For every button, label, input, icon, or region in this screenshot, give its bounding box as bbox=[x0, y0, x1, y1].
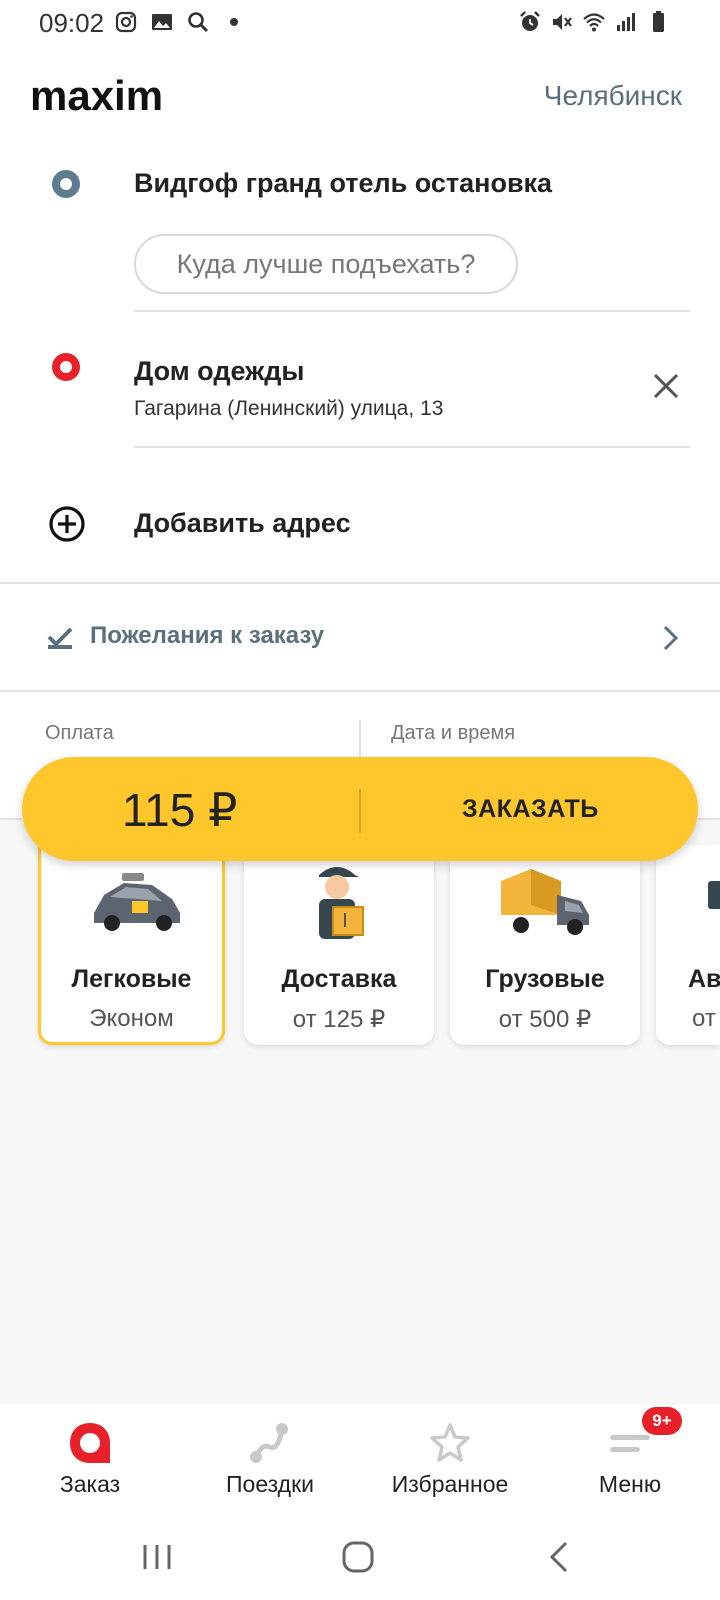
system-navigation-bar bbox=[0, 1515, 720, 1600]
add-circle-icon[interactable] bbox=[48, 505, 86, 543]
destination-marker-icon bbox=[52, 353, 80, 381]
divider bbox=[134, 446, 690, 448]
search-icon bbox=[188, 12, 209, 33]
recent-apps-icon[interactable] bbox=[137, 1537, 177, 1577]
vehicle-icon bbox=[708, 881, 720, 909]
tariff-card-cars[interactable]: Легковые Эконом bbox=[38, 845, 225, 1045]
nav-item-menu[interactable]: 9+ Меню bbox=[540, 1405, 720, 1515]
svg-text:maxim: maxim bbox=[30, 78, 163, 118]
alarm-icon bbox=[520, 11, 540, 31]
battery-icon bbox=[653, 11, 664, 32]
add-address-button[interactable]: Добавить адрес bbox=[134, 508, 351, 539]
tariff-title: Ав bbox=[688, 965, 720, 993]
maxim-logo: maxim bbox=[30, 78, 163, 118]
gallery-icon bbox=[152, 14, 172, 30]
order-bar[interactable]: 115 ₽ ЗАКАЗАТЬ bbox=[22, 757, 698, 861]
origin-marker-icon bbox=[52, 170, 80, 198]
status-time: 09:02 bbox=[39, 8, 105, 38]
tariff-carousel[interactable]: Легковые Эконом Доставка от 125 ₽ Грузов… bbox=[0, 845, 720, 1045]
tariff-subtitle: от 125 ₽ bbox=[292, 1006, 386, 1033]
tariff-subtitle: Эконом bbox=[89, 1005, 174, 1032]
nav-label: Избранное bbox=[391, 1471, 509, 1497]
courier-icon bbox=[319, 867, 364, 939]
order-divider bbox=[359, 789, 361, 833]
origin-address[interactable]: Видгоф гранд отель остановка bbox=[134, 168, 552, 199]
nav-label: Поездки bbox=[226, 1471, 314, 1497]
mute-icon bbox=[553, 14, 572, 30]
order-wishes-button[interactable]: Пожелания к заказу bbox=[90, 622, 324, 650]
tariff-subtitle: от 500 ₽ bbox=[498, 1006, 592, 1033]
dot-icon bbox=[230, 18, 238, 26]
payment-label[interactable]: Оплата bbox=[45, 722, 114, 745]
divider bbox=[134, 310, 690, 312]
chevron-right-icon[interactable] bbox=[662, 624, 680, 652]
nav-item-trips[interactable]: Поездки bbox=[180, 1405, 360, 1515]
divider bbox=[0, 690, 720, 692]
destination-title[interactable]: Дом одежды bbox=[134, 356, 304, 387]
signal-icon bbox=[617, 13, 635, 31]
instagram-icon bbox=[115, 11, 137, 33]
bottom-navigation: Заказ Поездки Избранное 9+ Меню bbox=[0, 1405, 720, 1515]
order-icon bbox=[70, 1423, 110, 1463]
tariff-card-cargo[interactable]: Грузовые от 500 ₽ bbox=[450, 845, 640, 1045]
checkmark-icon bbox=[47, 627, 73, 649]
trips-icon bbox=[250, 1423, 288, 1463]
destination-address[interactable]: Гагарина (Ленинский) улица, 13 bbox=[134, 397, 443, 421]
order-button[interactable]: ЗАКАЗАТЬ bbox=[462, 795, 599, 824]
star-icon bbox=[430, 1423, 470, 1462]
tariff-title: Доставка bbox=[281, 965, 397, 993]
tariff-title: Легковые bbox=[71, 965, 192, 993]
back-icon[interactable] bbox=[540, 1537, 580, 1577]
nav-item-order[interactable]: Заказ bbox=[0, 1405, 180, 1515]
vertical-divider bbox=[359, 720, 361, 760]
notification-badge: 9+ bbox=[642, 1407, 682, 1435]
pickup-hint-input[interactable]: Куда лучше подъехать? bbox=[134, 234, 518, 294]
nav-label: Меню bbox=[598, 1471, 662, 1497]
car-icon bbox=[94, 873, 180, 931]
tariff-title: Грузовые bbox=[485, 965, 605, 993]
city-selector[interactable]: Челябинск bbox=[544, 80, 682, 112]
divider bbox=[0, 582, 720, 584]
home-icon[interactable] bbox=[338, 1537, 378, 1577]
order-price: 115 ₽ bbox=[122, 784, 238, 836]
truck-icon bbox=[501, 869, 589, 935]
tariff-card-delivery[interactable]: Доставка от 125 ₽ bbox=[244, 845, 434, 1045]
tariff-card-partial[interactable]: Ав от bbox=[656, 845, 720, 1045]
clear-destination-icon[interactable] bbox=[652, 372, 680, 400]
wifi-icon bbox=[583, 13, 605, 32]
status-bar: 09:02 bbox=[0, 0, 720, 46]
tariff-subtitle: от bbox=[692, 1005, 716, 1032]
nav-label: Заказ bbox=[59, 1471, 121, 1497]
nav-item-favorites[interactable]: Избранное bbox=[360, 1405, 540, 1515]
datetime-label[interactable]: Дата и время bbox=[391, 722, 515, 745]
